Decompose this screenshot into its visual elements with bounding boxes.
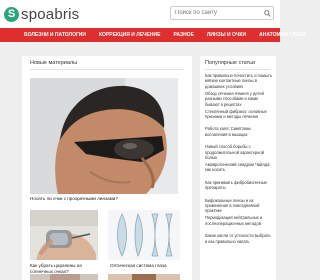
logo-text: spoabris [21,5,80,23]
article-thumbnail[interactable] [108,210,180,260]
popular-item[interactable]: Периодизация нейтральных и послеоперацио… [205,214,273,232]
logo-icon: S [4,6,19,22]
divider [205,69,271,70]
site-header: S spoabris [0,0,280,28]
popular-item[interactable]: Как правильно почистить и помыть мягкие … [205,72,273,90]
sidebar-popular: Популярные статьи Как правильно почистит… [200,56,276,280]
search-icon[interactable] [262,7,273,19]
main-nav: Болезни и патологии Коррекция и лечение … [0,28,306,42]
nav-item-lenses[interactable]: Линзы и очки [207,32,246,38]
popular-item[interactable]: Амавротический синдром Чайлда: как носит… [205,161,273,179]
article-caption[interactable]: Как убрать царапины на солнечных очках? [30,263,102,274]
article-thumbnail[interactable] [30,210,98,260]
section-title-new: Новые материалы [30,60,78,66]
popular-item[interactable]: Бифокальные линзы и их применение в повс… [205,197,273,215]
popular-item[interactable]: Работа халя: Симптомы воспаления в мышца… [205,125,273,143]
popular-list: Как правильно почистить и помыть мягкие … [205,72,273,250]
nav-item-misc[interactable]: Разное [173,32,193,38]
article-thumbnail[interactable] [108,274,180,280]
popular-item[interactable]: Как принимать фибробиогенные препараты [205,179,273,197]
article-caption[interactable]: Оптическая система глаза [110,263,182,269]
popular-item[interactable]: Стеклянный фибриоз: основные признаки и … [205,108,273,126]
main-content: Новые материалы Носить ли очки с прозрач… [22,56,192,280]
nav-item-correction[interactable]: Коррекция и лечение [99,32,160,38]
nav-item-diseases[interactable]: Болезни и патологии [24,32,86,38]
popular-item[interactable]: Обзор лечения ячменя у детей разными спо… [205,90,273,108]
popular-item[interactable]: Новый способ борьбы с продолжительной ха… [205,143,273,161]
article-thumbnail[interactable] [30,274,98,280]
section-title-popular: Популярные статьи [205,60,256,66]
divider [30,69,184,70]
article-caption[interactable]: Носить ли очки с прозрачными линзами? [30,196,180,202]
featured-article-image[interactable] [30,78,178,194]
popular-item[interactable]: Какие капли от усталости выбрать и как п… [205,232,273,250]
search-input[interactable] [170,6,274,20]
site-logo[interactable]: S spoabris [4,4,79,24]
nav-item-anatomy[interactable]: Анатомия глаза [259,32,306,38]
